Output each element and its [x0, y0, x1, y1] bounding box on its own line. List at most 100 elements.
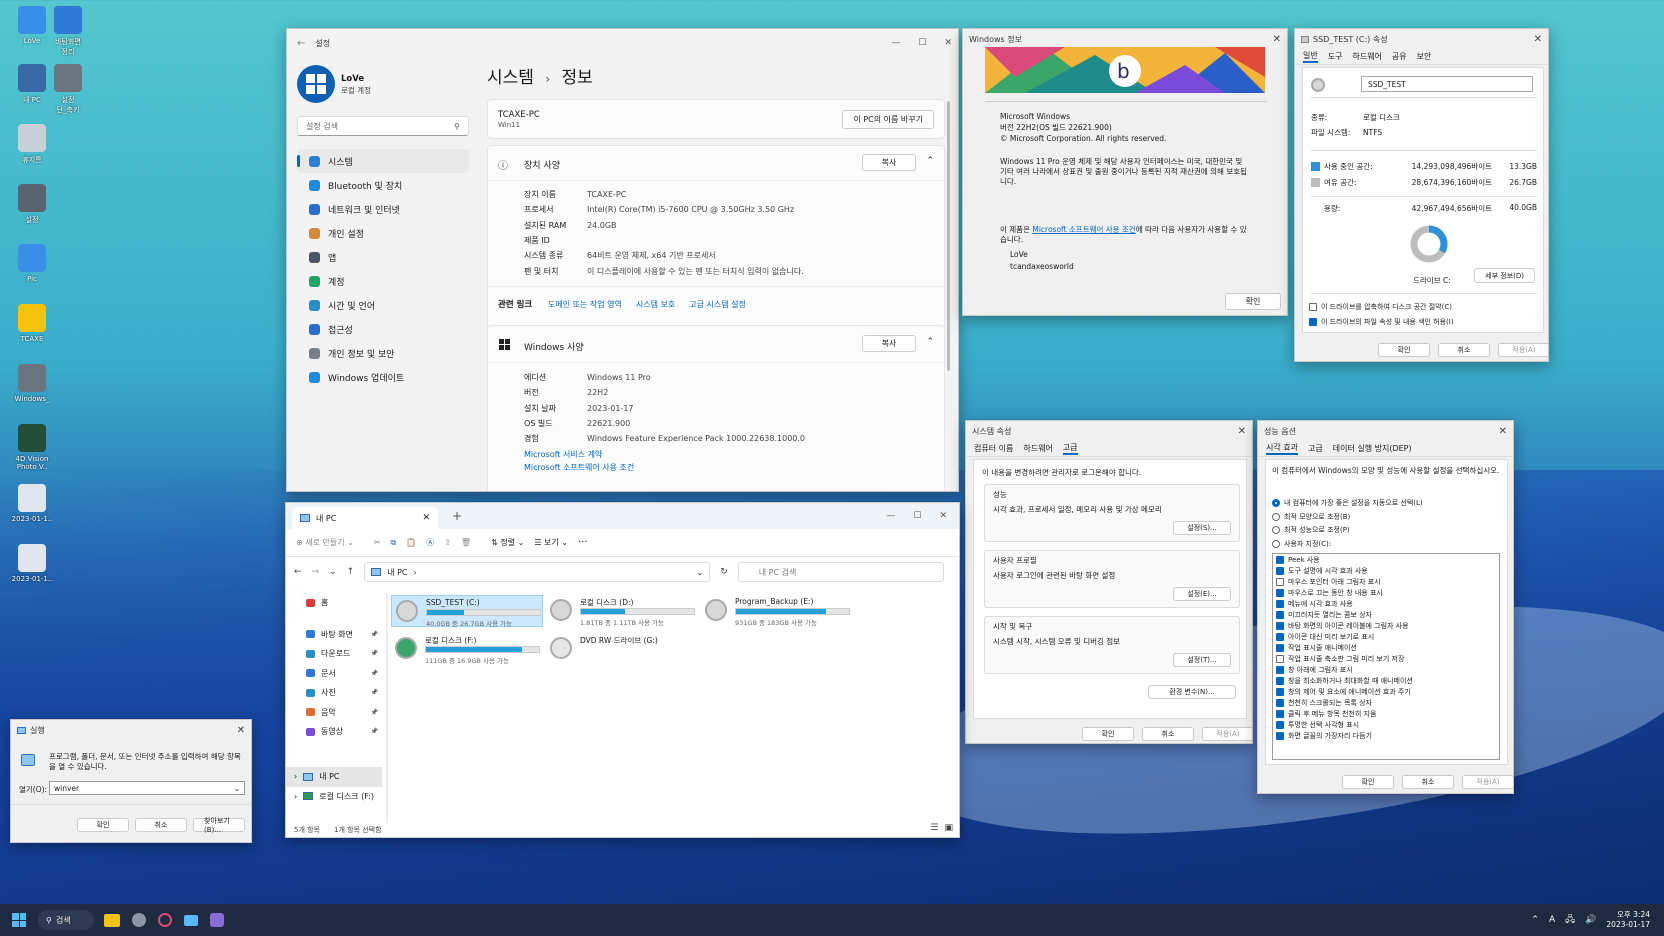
- close-icon[interactable]: ✕: [237, 725, 245, 736]
- tab[interactable]: 일반: [1303, 50, 1318, 63]
- tab[interactable]: 데이터 실행 방지(DEP): [1333, 443, 1412, 454]
- explorer-search-input[interactable]: 내 PC 검색: [737, 562, 944, 582]
- visual-effect-checkbox[interactable]: 도구 설명에 시각 효과 사용: [1276, 566, 1496, 577]
- ok-button[interactable]: 확인: [1342, 775, 1394, 789]
- visual-effect-checkbox[interactable]: 바탕 화면의 아이콘 레이블에 그림자 사용: [1276, 621, 1496, 632]
- sidebar-item[interactable]: 계정: [297, 269, 469, 293]
- tab[interactable]: 보안: [1417, 51, 1432, 62]
- new-button[interactable]: ⊕ 새로 만들기 ⌄: [296, 537, 354, 548]
- visual-effect-checkbox[interactable]: 투명한 선택 사각형 표시: [1276, 720, 1496, 731]
- settings-taskbar-icon[interactable]: [132, 913, 146, 927]
- pin-icon[interactable]: 📌: [371, 689, 378, 696]
- tab[interactable]: 공유: [1392, 51, 1407, 62]
- settings-search-input[interactable]: 설정 검색 ⚲: [297, 116, 469, 136]
- visual-effect-checkbox[interactable]: 화면 글꼴의 가장자리 다듬기: [1276, 731, 1496, 742]
- apply-button[interactable]: 적용(A): [1462, 775, 1513, 789]
- view-button[interactable]: ☰ 보기 ⌄: [534, 537, 568, 548]
- cancel-button[interactable]: 취소: [1402, 775, 1454, 789]
- delete-icon[interactable]: 🗑: [461, 538, 471, 547]
- desktop-icon[interactable]: 설정: [6, 184, 58, 225]
- visual-effect-checkbox[interactable]: 창의 제어 및 요소에 애니메이션 효과 주기: [1276, 687, 1496, 698]
- ok-button[interactable]: 확인: [1378, 343, 1430, 357]
- share-icon[interactable]: ⇪: [444, 538, 451, 547]
- tree-item[interactable]: › 내 PC: [286, 767, 382, 787]
- cancel-button[interactable]: 취소: [1142, 727, 1194, 741]
- rename-pc-button[interactable]: 이 PC의 이름 바꾸기: [842, 110, 934, 129]
- tab[interactable]: 하드웨어: [1352, 51, 1381, 62]
- drive-tile[interactable]: Program_Backup (E:) 931GB 중 183GB 사용 가능: [701, 595, 853, 627]
- back-arrow-icon[interactable]: ←: [294, 567, 302, 577]
- nav-item[interactable]: 사진 📌: [286, 683, 382, 703]
- nav-item[interactable]: 음악 📌: [286, 703, 382, 723]
- drive-details-button[interactable]: 세부 정보(D): [1474, 268, 1535, 283]
- network-icon[interactable]: 🖧: [1565, 912, 1575, 928]
- sidebar-item[interactable]: 네트워크 및 인터넷: [297, 197, 469, 221]
- breadcrumb-parent[interactable]: 시스템: [487, 68, 534, 88]
- tree-item[interactable]: › 로컬 디스크 (F:): [286, 787, 382, 807]
- perf-radio[interactable]: 사용자 지정(C):: [1272, 538, 1423, 552]
- close-icon[interactable]: ✕: [1534, 34, 1542, 45]
- drive-name-input[interactable]: SSD_TEST: [1361, 76, 1533, 92]
- desktop-icon[interactable]: 2023-01-1..: [6, 544, 58, 583]
- visual-effect-checkbox[interactable]: 작업 표시줄 축소판 그림 미리 보기 저장: [1276, 654, 1496, 665]
- minimize-icon[interactable]: —: [891, 38, 900, 48]
- apply-button[interactable]: 적용(A): [1498, 343, 1548, 357]
- related-link[interactable]: 시스템 보호: [636, 299, 675, 310]
- tab-my-pc[interactable]: 내 PC ✕: [292, 507, 438, 529]
- desktop-icon[interactable]: TCAXE: [6, 304, 58, 343]
- close-icon[interactable]: ✕: [1273, 34, 1281, 45]
- maximize-icon[interactable]: ☐: [913, 511, 921, 521]
- sidebar-item[interactable]: Windows 업데이트: [297, 365, 469, 389]
- visual-effect-checkbox[interactable]: 마우스 포인터 아래 그림자 표시: [1276, 577, 1496, 588]
- desktop-icon[interactable]: 2023-01-1..: [6, 484, 58, 523]
- close-tab-icon[interactable]: ✕: [422, 513, 430, 523]
- winver-ok-button[interactable]: 확인: [1225, 293, 1281, 310]
- sidebar-item[interactable]: 앱: [297, 245, 469, 269]
- related-link[interactable]: 도메인 또는 작업 영역: [548, 299, 622, 310]
- volume-icon[interactable]: 🔊: [1585, 915, 1596, 925]
- ms-link[interactable]: Microsoft 소프트웨어 사용 조건: [524, 461, 634, 474]
- desktop-icon[interactable]: Pic: [6, 244, 58, 283]
- license-terms-link[interactable]: Microsoft 소프트웨어 사용 조건: [1032, 225, 1135, 234]
- desktop-icon[interactable]: 바탕화면 정리: [42, 6, 94, 57]
- chevron-down-icon[interactable]: ⌄: [329, 567, 337, 577]
- visual-effect-checkbox[interactable]: 창을 최소화하거나 최대화할 때 애니메이션: [1276, 676, 1496, 687]
- chevron-down-icon[interactable]: ⌄: [696, 568, 703, 577]
- visual-effect-checkbox[interactable]: 메뉴에 시각 효과 사용: [1276, 599, 1496, 610]
- run-taskbar-icon[interactable]: [184, 914, 198, 926]
- tab[interactable]: 고급: [1308, 443, 1323, 454]
- winver-taskbar-icon[interactable]: [210, 913, 224, 927]
- visual-effect-checkbox[interactable]: 창 아래에 그림자 표시: [1276, 665, 1496, 676]
- nav-item[interactable]: 홈: [286, 593, 382, 613]
- nav-item[interactable]: 동영상 📌: [286, 722, 382, 742]
- nav-item[interactable]: 다운로드 📌: [286, 644, 382, 664]
- perf-radio[interactable]: 최적 성능으로 조정(P): [1272, 524, 1423, 538]
- sidebar-item[interactable]: 접근성: [297, 317, 469, 341]
- tab[interactable]: 도구: [1328, 51, 1343, 62]
- ms-link[interactable]: Microsoft 서비스 계약: [524, 448, 634, 461]
- new-tab-button[interactable]: +: [452, 509, 462, 523]
- apply-button[interactable]: 적용(A): [1202, 727, 1252, 741]
- perf-radio[interactable]: 내 컴퓨터에 가장 좋은 설정을 자동으로 선택(L): [1272, 497, 1423, 511]
- close-icon[interactable]: ✕: [1238, 426, 1246, 437]
- input-language[interactable]: A: [1549, 915, 1555, 925]
- gear-taskbar-icon[interactable]: [158, 913, 172, 927]
- chevron-up-icon[interactable]: ⌃: [1531, 915, 1539, 925]
- close-icon[interactable]: ✕: [1499, 426, 1507, 437]
- visual-effect-checkbox[interactable]: Peek 사용: [1276, 555, 1496, 566]
- chevron-right-icon[interactable]: ›: [294, 772, 297, 781]
- run-input[interactable]: winver ⌄: [49, 781, 245, 795]
- tiles-view-icon[interactable]: ▣: [944, 823, 953, 833]
- startup-recovery-settings-button[interactable]: 설정(T)...: [1173, 653, 1231, 667]
- file-explorer-taskbar-icon[interactable]: [104, 913, 120, 927]
- sort-button[interactable]: ⇅ 정렬 ⌄: [491, 537, 524, 548]
- desktop-icon[interactable]: 설정 단_축키: [42, 64, 94, 115]
- visual-effect-checkbox[interactable]: 미끄러지듯 열리는 콤보 상자: [1276, 610, 1496, 621]
- sidebar-item[interactable]: 개인 설정: [297, 221, 469, 245]
- perf-radio[interactable]: 최적 모양으로 조정(B): [1272, 511, 1423, 525]
- visual-effect-checkbox[interactable]: 클릭 후 메뉴 항목 천천히 지움: [1276, 709, 1496, 720]
- up-arrow-icon[interactable]: ↑: [347, 567, 355, 577]
- address-bar[interactable]: 내 PC › ⌄: [364, 562, 711, 582]
- tab[interactable]: 고급: [1062, 442, 1078, 455]
- settings-scrollbar[interactable]: [947, 101, 950, 371]
